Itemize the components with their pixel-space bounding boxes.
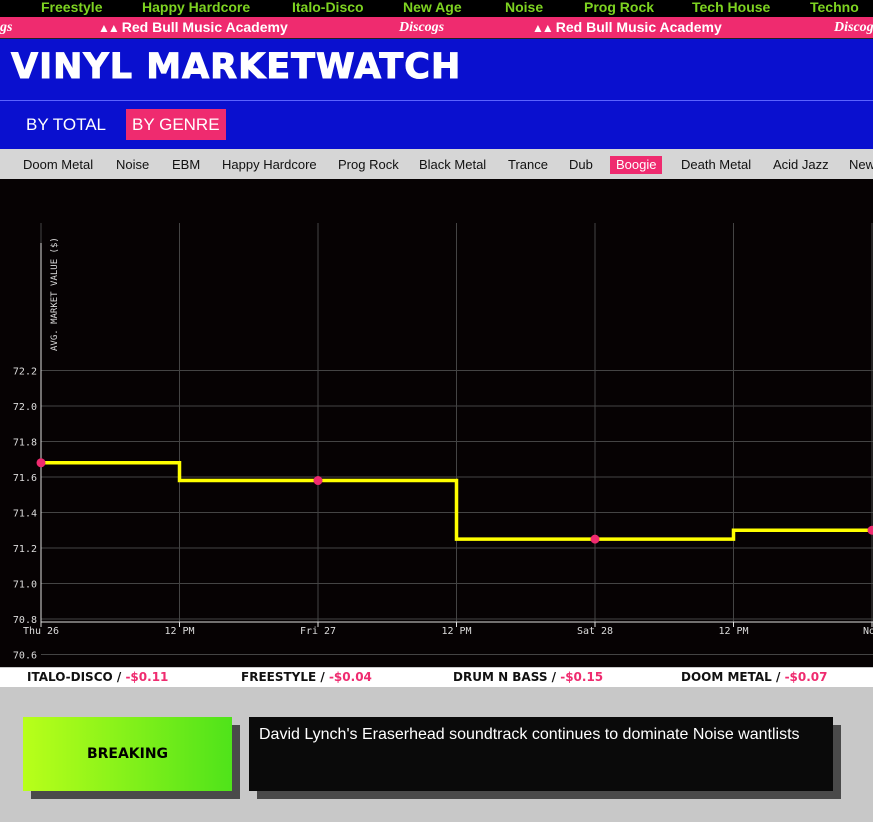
x-tick-label: Thu 26: [23, 626, 59, 637]
genre-tabs: Doom Metal Noise EBM Happy Hardcore Prog…: [0, 149, 873, 179]
genre-tab[interactable]: EBM: [166, 156, 206, 174]
y-tick-label: 72.2: [13, 367, 37, 378]
y-tick-label: 71.6: [13, 473, 37, 484]
ticker-genre: Noise: [505, 0, 544, 15]
genre-tab[interactable]: New: [843, 156, 873, 174]
ticker-genre: Italo-Disco: [292, 0, 364, 15]
ticker-genre: New Age: [403, 0, 462, 15]
tab-by-genre[interactable]: BY GENRE: [126, 109, 226, 140]
genre-tab[interactable]: Happy Hardcore: [216, 156, 323, 174]
y-tick-label: 72.0: [13, 402, 37, 413]
x-tick-label: 12 PM: [718, 626, 748, 637]
ticker-genre: Techno: [810, 0, 859, 15]
app-header: VINYL MARKETWATCH: [0, 38, 873, 100]
genre-tab[interactable]: Noise: [110, 156, 155, 174]
y-tick-label: 70.6: [13, 651, 37, 662]
y-tick-label: 71.0: [13, 580, 37, 591]
x-tick-label: Sat 28: [577, 626, 613, 637]
data-point: [867, 525, 873, 535]
ticker-genre: Freestyle: [41, 0, 103, 15]
ticker-item: FREESTYLE / -$0.04: [241, 670, 372, 684]
genre-tab[interactable]: Acid Jazz: [767, 156, 835, 174]
view-tabs: BY TOTAL BY GENRE: [0, 100, 873, 149]
genre-tab[interactable]: Death Metal: [675, 156, 757, 174]
genre-tab[interactable]: Dub: [563, 156, 599, 174]
y-axis-label: AVG. MARKET VALUE ($): [50, 237, 60, 351]
breaking-badge: BREAKING: [23, 717, 232, 791]
bull-icon: ▲▲: [98, 21, 120, 35]
ticker-item: DOOM METAL / -$0.07: [681, 670, 828, 684]
ticker-genre: Prog Rock: [584, 0, 655, 15]
ticker-item: DRUM N BASS / -$0.15: [453, 670, 604, 684]
market-chart: 72.272.071.871.671.471.271.070.870.670.4…: [0, 179, 873, 667]
app-title: VINYL MARKETWATCH: [10, 47, 462, 88]
y-tick-label: 70.8: [13, 615, 37, 626]
genre-tab[interactable]: Trance: [502, 156, 554, 174]
discogs-logo: Discogs: [834, 20, 873, 35]
y-tick-label: 71.2: [13, 544, 37, 555]
genre-tab[interactable]: Prog Rock: [332, 156, 405, 174]
ticker-item: ITALO-DISCO / -$0.11: [27, 670, 169, 684]
price-change-ticker: ITALO-DISCO / -$0.11 FREESTYLE / -$0.04 …: [0, 668, 873, 687]
top-genre-ticker: Freestyle Happy Hardcore Italo-Disco New…: [0, 0, 873, 17]
genre-tab[interactable]: Black Metal: [413, 156, 492, 174]
x-tick-label: Fri 27: [300, 626, 336, 637]
x-tick-label: 12 PM: [164, 626, 194, 637]
chart-canvas: 72.272.071.871.671.471.271.070.870.670.4…: [13, 223, 873, 662]
redbull-logo: ▲▲ Red Bull Music Academy: [98, 19, 288, 35]
data-point: [313, 476, 323, 486]
bull-icon: ▲▲: [532, 21, 554, 35]
discogs-logo: Discogs: [399, 20, 445, 35]
breaking-label: BREAKING: [86, 746, 169, 762]
y-tick-label: 71.8: [13, 438, 37, 449]
news-headline: David Lynch's Eraserhead soundtrack cont…: [259, 726, 800, 743]
y-tick-label: 71.4: [13, 509, 37, 520]
genre-tab-active[interactable]: Boogie: [610, 156, 663, 174]
ticker-genre: Happy Hardcore: [142, 0, 251, 15]
x-tick-label: 12 PM: [441, 626, 471, 637]
news-headline-box: David Lynch's Eraserhead soundtrack cont…: [249, 717, 833, 791]
x-tick-label: Nov: [863, 626, 873, 637]
data-point: [590, 534, 600, 544]
redbull-logo: ▲▲ Red Bull Music Academy: [532, 19, 722, 35]
ticker-genre: Tech House: [692, 0, 771, 15]
data-point: [36, 458, 46, 468]
sponsor-bar: gs ▲▲ Red Bull Music Academy Discogs ▲▲ Re…: [0, 17, 873, 38]
tab-by-total[interactable]: BY TOTAL: [20, 109, 112, 140]
genre-tab[interactable]: Doom Metal: [17, 156, 99, 174]
discogs-logo: gs: [0, 20, 13, 35]
